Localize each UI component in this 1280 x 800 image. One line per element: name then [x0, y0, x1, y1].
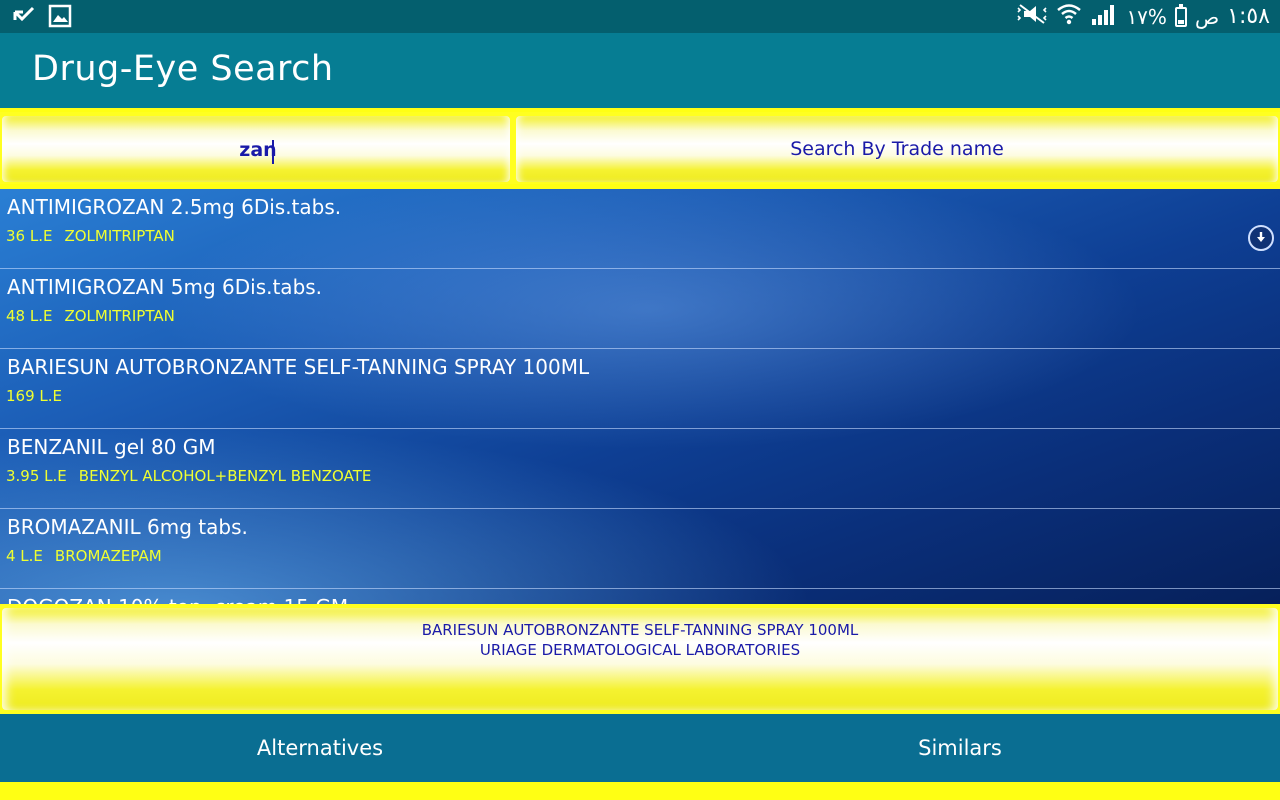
drug-ingredient: ZOLMITRIPTAN: [64, 227, 175, 245]
battery-icon: [1174, 3, 1187, 27]
battery-percent: ١٧%: [1126, 4, 1167, 29]
drug-name: BENZANIL gel 80 GM: [7, 435, 216, 459]
drug-price: 36 L.E: [6, 227, 53, 245]
search-box[interactable]: [2, 116, 514, 184]
bottom-bar: Alternatives Similars: [0, 714, 1280, 782]
search-mode-label: Search By Trade name: [790, 138, 1004, 160]
am-pm: ص: [1194, 4, 1220, 29]
drug-name: BARIESUN AUTOBRONZANTE SELF-TANNING SPRA…: [7, 355, 590, 379]
screen: ١٧% ص ١:٥٨ Drug-Eye Search Search By Tra…: [0, 0, 1280, 800]
mute-icon: [1016, 2, 1048, 31]
drug-name: ANTIMIGROZAN 5mg 6Dis.tabs.: [7, 275, 323, 299]
drug-name: ANTIMIGROZAN 2.5mg 6Dis.tabs.: [7, 195, 342, 219]
missed-call-icon: [12, 4, 36, 32]
gallery-icon: [48, 4, 72, 32]
drug-name: BROMAZANIL 6mg tabs.: [7, 515, 248, 539]
drug-price: 3.95 L.E: [6, 467, 67, 485]
drug-ingredient: BROMAZEPAM: [54, 547, 162, 565]
list-item[interactable]: ANTIMIGROZAN 2.5mg 6Dis.tabs. 36 L.E ZOLM…: [0, 189, 1280, 269]
list-item[interactable]: BARIESUN AUTOBRONZANTE SELF-TANNING SPRA…: [0, 349, 1280, 429]
app-title: Drug-Eye Search: [32, 49, 334, 89]
action-bar: Drug-Eye Search: [0, 33, 1280, 108]
search-mode-button[interactable]: Search By Trade name: [516, 116, 1278, 182]
list-item[interactable]: DOGOZAN 10% top. cream 15 GM: [0, 589, 1280, 604]
list-item[interactable]: BROMAZANIL 6mg tabs. 4 L.E BROMAZEPAM: [0, 509, 1280, 589]
drug-price: 169 L.E: [6, 387, 63, 405]
list-item[interactable]: BENZANIL gel 80 GM 3.95 L.E BENZYL ALCOHO…: [0, 429, 1280, 509]
selected-company: URIAGE DERMATOLOGICAL LABORATORIES: [479, 641, 801, 659]
alternatives-button[interactable]: Alternatives: [0, 714, 640, 782]
download-icon[interactable]: [1248, 225, 1274, 251]
drug-ingredient: BENZYL ALCOHOL+BENZYL BENZOATE: [78, 467, 372, 485]
search-input[interactable]: [2, 116, 514, 184]
search-row: Search By Trade name: [0, 112, 1280, 184]
signal-icon: [1090, 2, 1118, 31]
drug-price: 4 L.E: [6, 547, 43, 565]
text-cursor: [272, 140, 274, 164]
selection-info-panel: BARIESUN AUTOBRONZANTE SELF-TANNING SPRA…: [0, 604, 1280, 714]
bottom-strip: [0, 782, 1280, 800]
similars-button[interactable]: Similars: [640, 714, 1280, 782]
drug-price: 48 L.E: [6, 307, 53, 325]
clock: ١:٥٨: [1227, 4, 1270, 29]
list-item[interactable]: ANTIMIGROZAN 5mg 6Dis.tabs. 48 L.E ZOLMIT…: [0, 269, 1280, 349]
drug-ingredient: ZOLMITRIPTAN: [64, 307, 175, 325]
drug-name: DOGOZAN 10% top. cream 15 GM: [7, 595, 348, 604]
selected-drug-name: BARIESUN AUTOBRONZANTE SELF-TANNING SPRA…: [421, 621, 859, 639]
wifi-icon: [1056, 1, 1082, 32]
status-bar: ١٧% ص ١:٥٨: [0, 0, 1280, 33]
results-list[interactable]: ANTIMIGROZAN 2.5mg 6Dis.tabs. 36 L.E ZOLM…: [0, 189, 1280, 604]
